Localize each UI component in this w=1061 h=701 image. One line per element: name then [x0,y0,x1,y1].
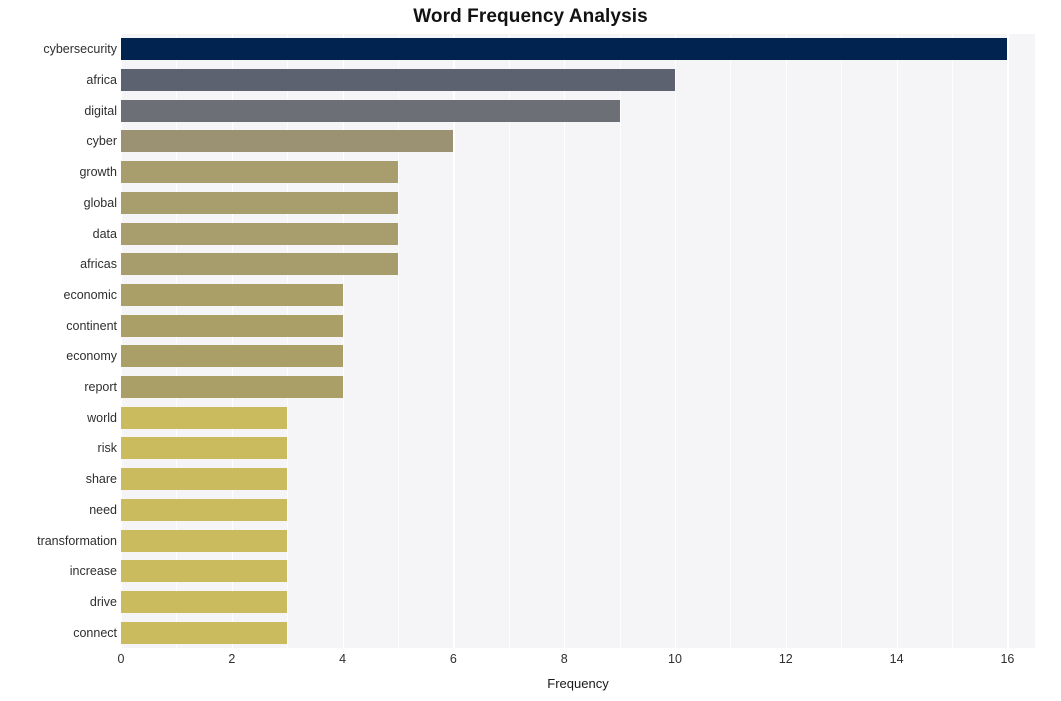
x-axis-tick-labels: 0 2 4 6 8 10 12 14 16 [0,652,1061,672]
y-axis-label: africa [86,73,117,88]
gridline-minor [841,34,843,648]
y-axis-label: need [89,502,117,517]
gridline-minor [508,34,510,648]
bar [121,222,398,245]
x-axis-tick: 2 [228,652,236,666]
y-axis-label: economic [63,287,118,302]
bar [121,560,288,583]
gridline-minor [287,34,289,648]
y-axis-label: cybersecurity [43,42,117,57]
bar [121,498,288,521]
x-axis-tick: 12 [778,652,793,666]
gridline [785,34,788,648]
gridline [231,34,234,648]
gridline [564,34,566,648]
gridline-minor [619,34,621,648]
y-axis-labels: cybersecurity africa digital cyber growth glo… [0,34,117,648]
gridline-minor [730,34,732,648]
bar [121,529,288,552]
gridline-minor [398,34,399,648]
bar [121,468,288,491]
gridline [675,34,677,648]
y-axis-label: increase [69,564,117,579]
y-axis-label: connect [73,625,117,640]
bar [121,130,454,153]
gridline [453,34,455,648]
bar [121,191,398,214]
gridline-minor [952,34,953,648]
bar [121,161,398,184]
x-axis-title: Frequency [547,676,609,691]
bar [121,253,398,276]
gridline [121,34,123,648]
bar [121,621,288,644]
bar [121,437,288,460]
gridline-minor [176,34,178,648]
bar [121,283,343,306]
x-axis-tick: 14 [889,652,904,666]
word-frequency-bar-chart: Word Frequency Analysis cybersecurity afr… [0,0,1061,701]
bar [121,345,343,368]
y-axis-label: risk [97,441,117,456]
y-axis-label: africas [80,257,117,272]
y-axis-label: world [87,410,117,425]
x-axis-tick: 6 [449,652,457,666]
chart-title: Word Frequency Analysis [413,6,648,27]
y-axis-label: continent [66,318,117,333]
x-axis-tick: 16 [1000,652,1015,666]
x-axis-tick: 0 [117,652,125,666]
y-axis-label: global [83,195,117,210]
bar [121,406,288,429]
y-axis-label: digital [84,103,117,118]
y-axis-label: economy [66,349,117,364]
gridline [896,34,898,648]
y-axis-label: cyber [86,134,117,149]
y-axis-label: report [84,380,117,395]
plot-area [121,34,1035,648]
y-axis-label: data [92,226,117,241]
y-axis-label: growth [79,165,117,180]
y-axis-label: drive [89,594,117,609]
bar [121,99,620,122]
bar [121,38,1008,61]
x-axis-tick: 10 [668,652,682,666]
bar [121,376,343,399]
bar [121,69,675,92]
gridline [342,34,344,648]
x-axis-tick: 8 [560,652,568,666]
bar [121,590,288,613]
x-axis-tick: 4 [339,652,347,666]
gridline [1007,34,1009,648]
y-axis-label: transformation [37,533,117,548]
y-axis-label: share [85,472,117,487]
bar [121,314,343,337]
